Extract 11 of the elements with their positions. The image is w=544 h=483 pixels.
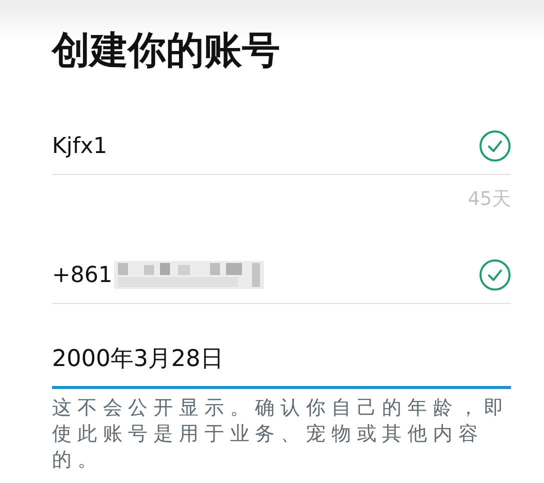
field-value: Kjfx1 xyxy=(52,134,108,158)
page-title: 创建你的账号 xyxy=(52,27,281,74)
check-icon xyxy=(479,259,511,291)
input-field[interactable]: Kjfx1 xyxy=(52,118,511,175)
field-value: 2000年3月28日 xyxy=(52,344,224,374)
input-field[interactable]: +861 xyxy=(52,247,511,304)
character-counter: 45天 xyxy=(466,187,511,212)
field-value: +861 xyxy=(52,262,112,288)
hint-text: 这不会公开显示。确认你自己的年龄，即使此账号是用于业务、宠物或其他内容的。 xyxy=(52,395,510,473)
check-icon xyxy=(479,130,511,162)
input-field[interactable]: 2000年3月28日 xyxy=(52,330,511,389)
